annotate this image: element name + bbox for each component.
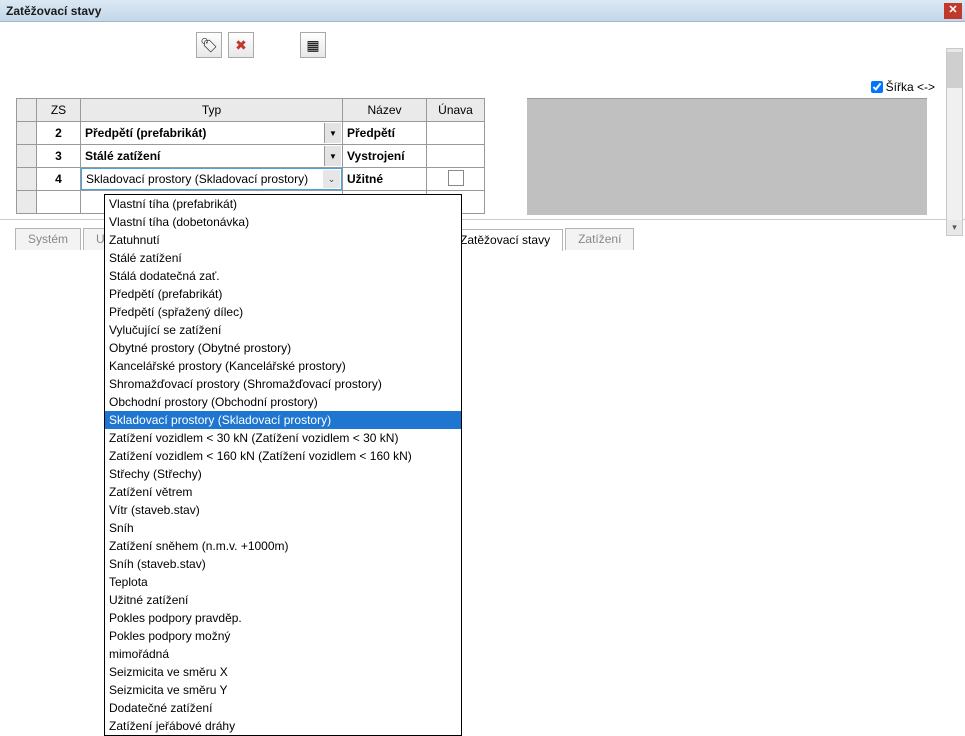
row-selector-header bbox=[17, 99, 37, 122]
cell-nazev[interactable]: Užitné bbox=[343, 168, 427, 191]
typ-text: Předpětí (prefabrikát) bbox=[85, 126, 206, 140]
tab-zatizeni[interactable]: Zatížení bbox=[565, 228, 634, 250]
tab-zatezovaci-stavy[interactable]: Zatěžovací stavy bbox=[447, 229, 563, 251]
dropdown-option[interactable]: mimořádná bbox=[105, 645, 461, 663]
toolbar-delete-button[interactable]: ✖ bbox=[228, 32, 254, 58]
row-selector[interactable] bbox=[17, 122, 37, 145]
cell-typ-active[interactable]: Skladovací prostory (Skladovací prostory… bbox=[81, 168, 343, 191]
dialog-window: Zatěžovací stavy ✕ 🏷 ✖ ▦ Šířka <-> ZS Ty… bbox=[0, 0, 965, 642]
dropdown-option[interactable]: Zatížení jeřábové dráhy bbox=[105, 717, 461, 735]
tag-icon: 🏷 bbox=[200, 37, 218, 54]
cell-zs[interactable]: 4 bbox=[37, 168, 81, 191]
chevron-down-icon[interactable]: ⌄ bbox=[323, 170, 340, 188]
typ-text: Skladovací prostory (Skladovací prostory… bbox=[86, 172, 308, 186]
table-row[interactable]: 2 Předpětí (prefabrikát) ▼ Předpětí bbox=[17, 122, 485, 145]
title-bar: Zatěžovací stavy ✕ bbox=[0, 0, 965, 22]
dropdown-option[interactable]: Stálé zatížení bbox=[105, 249, 461, 267]
column-header-typ[interactable]: Typ bbox=[81, 99, 343, 122]
dropdown-option[interactable]: Předpětí (prefabrikát) bbox=[105, 285, 461, 303]
window-title: Zatěžovací stavy bbox=[3, 4, 101, 18]
dropdown-option[interactable]: Užitné zatížení bbox=[105, 591, 461, 609]
dropdown-option[interactable]: Dodatečné zatížení bbox=[105, 699, 461, 717]
cell-typ[interactable]: Předpětí (prefabrikát) ▼ bbox=[81, 122, 343, 145]
dropdown-option[interactable]: Shromažďovací prostory (Shromažďovací pr… bbox=[105, 375, 461, 393]
vertical-scrollbar[interactable]: ▴ ▾ bbox=[946, 48, 963, 236]
grid-icon: ▦ bbox=[306, 37, 319, 54]
dropdown-option[interactable]: Zatížení větrem bbox=[105, 483, 461, 501]
dropdown-option[interactable]: Pokles podpory pravděp. bbox=[105, 609, 461, 627]
dropdown-option[interactable]: Zatížení vozidlem < 30 kN (Zatížení vozi… bbox=[105, 429, 461, 447]
unava-checkbox[interactable] bbox=[448, 170, 464, 186]
width-toggle-label: Šířka <-> bbox=[886, 80, 935, 94]
column-header-nazev[interactable]: Název bbox=[343, 99, 427, 122]
dropdown-option[interactable]: Skladovací prostory (Skladovací prostory… bbox=[105, 411, 461, 429]
content-area: 🏷 ✖ ▦ Šířka <-> ZS Typ Název Únava bbox=[0, 22, 965, 220]
dropdown-option[interactable]: Seizmicita ve směru Y bbox=[105, 681, 461, 699]
dropdown-option[interactable]: Kancelářské prostory (Kancelářské prosto… bbox=[105, 357, 461, 375]
table-row[interactable]: 4 Skladovací prostory (Skladovací prosto… bbox=[17, 168, 485, 191]
cell-nazev[interactable]: Předpětí bbox=[343, 122, 427, 145]
typ-text: Stálé zatížení bbox=[85, 149, 160, 163]
dropdown-icon[interactable]: ▼ bbox=[324, 123, 341, 143]
cell-unava[interactable] bbox=[427, 168, 485, 191]
column-header-unava[interactable]: Únava bbox=[427, 99, 485, 122]
dropdown-option[interactable]: Sníh bbox=[105, 519, 461, 537]
cell-unava[interactable] bbox=[427, 145, 485, 168]
typ-combobox[interactable]: Skladovací prostory (Skladovací prostory… bbox=[81, 168, 342, 190]
dropdown-option[interactable]: Sníh (staveb.stav) bbox=[105, 555, 461, 573]
cell-nazev[interactable]: Vystrojení bbox=[343, 145, 427, 168]
close-icon[interactable]: ✕ bbox=[944, 3, 962, 19]
dropdown-option[interactable]: Zatížení vozidlem < 160 kN (Zatížení voz… bbox=[105, 447, 461, 465]
row-selector[interactable] bbox=[17, 168, 37, 191]
column-header-zs[interactable]: ZS bbox=[37, 99, 81, 122]
dropdown-option[interactable]: Seizmicita ve směru X bbox=[105, 663, 461, 681]
dropdown-option[interactable]: Zatížení sněhem (n.m.v. +1000m) bbox=[105, 537, 461, 555]
dropdown-option[interactable]: Zatuhnutí bbox=[105, 231, 461, 249]
dropdown-option[interactable]: Vlastní tíha (prefabrikát) bbox=[105, 195, 461, 213]
dropdown-option[interactable]: Vylučující se zatížení bbox=[105, 321, 461, 339]
cell-typ[interactable]: Stálé zatížení ▼ bbox=[81, 145, 343, 168]
cell-zs[interactable] bbox=[37, 191, 81, 214]
cell-zs[interactable]: 2 bbox=[37, 122, 81, 145]
cell-zs[interactable]: 3 bbox=[37, 145, 81, 168]
scroll-thumb[interactable] bbox=[947, 52, 962, 88]
dropdown-option[interactable]: Předpětí (spřažený dílec) bbox=[105, 303, 461, 321]
delete-icon: ✖ bbox=[235, 37, 247, 54]
toolbar-button-1[interactable]: 🏷 bbox=[196, 32, 222, 58]
dropdown-option[interactable]: Stálá dodatečná zať. bbox=[105, 267, 461, 285]
row-selector[interactable] bbox=[17, 191, 37, 214]
width-toggle[interactable]: Šířka <-> bbox=[871, 80, 935, 94]
toolbar: 🏷 ✖ ▦ bbox=[6, 28, 959, 66]
scroll-down-icon[interactable]: ▾ bbox=[947, 220, 962, 235]
dropdown-option[interactable]: Obytné prostory (Obytné prostory) bbox=[105, 339, 461, 357]
toolbar-grid-button[interactable]: ▦ bbox=[300, 32, 326, 58]
dropdown-option[interactable]: Pokles podpory možný bbox=[105, 627, 461, 645]
dropdown-option[interactable]: Vítr (staveb.stav) bbox=[105, 501, 461, 519]
dropdown-option[interactable]: Střechy (Střechy) bbox=[105, 465, 461, 483]
dropdown-icon[interactable]: ▼ bbox=[324, 146, 341, 166]
cell-unava[interactable] bbox=[427, 122, 485, 145]
dropdown-option[interactable]: Vlastní tíha (dobetonávka) bbox=[105, 213, 461, 231]
row-selector[interactable] bbox=[17, 145, 37, 168]
typ-dropdown-list[interactable]: Vlastní tíha (prefabrikát)Vlastní tíha (… bbox=[104, 194, 462, 736]
tab-system[interactable]: Systém bbox=[15, 228, 81, 250]
width-checkbox[interactable] bbox=[871, 81, 883, 93]
dropdown-option[interactable]: Teplota bbox=[105, 573, 461, 591]
table-row[interactable]: 3 Stálé zatížení ▼ Vystrojení bbox=[17, 145, 485, 168]
dropdown-option[interactable]: Obchodní prostory (Obchodní prostory) bbox=[105, 393, 461, 411]
